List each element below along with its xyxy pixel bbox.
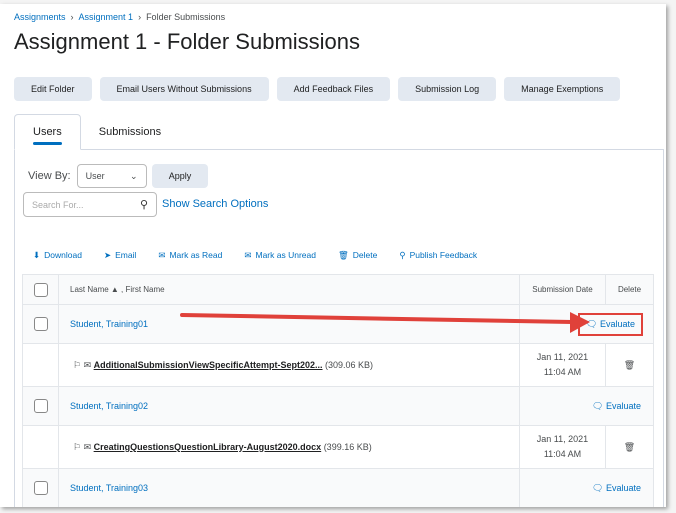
tab-users[interactable]: Users	[14, 114, 81, 150]
comment-icon: 🗨	[592, 482, 606, 493]
submission-time: 11:04 AM	[543, 449, 582, 459]
row-checkbox[interactable]	[33, 481, 48, 495]
annotation-arrow	[180, 312, 590, 333]
page: Assignments › Assignment 1 › Folder Submissi…	[0, 4, 666, 507]
file-size: (399.16 KB)	[323, 441, 372, 452]
trash-icon[interactable]: 🗑	[605, 425, 654, 469]
envelope-icon: ✉	[83, 441, 94, 452]
table-row: Student, Training03 🗨 Evaluate	[22, 468, 654, 507]
file-link[interactable]: CreatingQuestionsQuestionLibrary-August2…	[94, 442, 322, 452]
submission-date: Jan 11, 2021	[536, 434, 589, 444]
flag-icon: ⚐	[73, 441, 84, 452]
user-name-link[interactable]: Student, Training03	[58, 468, 520, 507]
evaluate-link[interactable]: 🗨 Evaluate	[592, 483, 643, 493]
file-row: ⚐ ✉ CreatingQuestionsQuestionLibrary-Aug…	[22, 425, 654, 469]
